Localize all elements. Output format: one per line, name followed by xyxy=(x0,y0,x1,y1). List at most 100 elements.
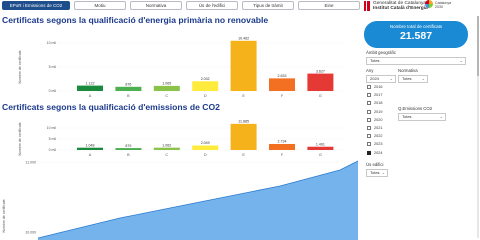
bar-c[interactable] xyxy=(153,85,180,91)
y-tick-label: 0 mil xyxy=(49,148,57,152)
year-label: 2023 xyxy=(374,142,383,147)
emissions-value: Totes xyxy=(402,114,412,119)
bar-e[interactable] xyxy=(230,123,257,150)
year-label: 2018 xyxy=(374,101,383,106)
year-option-2016[interactable]: 2016 xyxy=(367,84,387,92)
bar-c[interactable] xyxy=(153,147,180,150)
y-tick-label: 10 mil xyxy=(47,41,57,45)
normativa-value: Totes xyxy=(402,76,412,81)
y-tick-label: 5 mil xyxy=(49,137,57,141)
bar-data-label: 1.122 xyxy=(86,81,95,85)
emissions-rating-chart: Nombre de certificats 0 mil 5 mil 10 mil 1.0… xyxy=(18,120,344,157)
normativa-dropdown[interactable]: Totes ⌄ xyxy=(398,75,428,83)
x-tick-label: G xyxy=(319,153,322,157)
x-tick-label: F xyxy=(281,153,284,157)
bar-data-label: 1.491 xyxy=(316,142,325,146)
year-label: 2021 xyxy=(374,125,383,130)
x-tick-label: B xyxy=(127,153,130,157)
year-checkbox-list: 2016 2017 2018 2019 2020 2021 2022 2023 2024 xyxy=(367,84,387,158)
year-option-2019[interactable]: 2019 xyxy=(367,109,387,117)
kpi-label: Nombre total de certificats xyxy=(389,24,443,29)
tab-motiu[interactable]: Motiu xyxy=(74,1,126,10)
x-tick-label: E xyxy=(242,94,245,98)
bar-f[interactable] xyxy=(269,78,295,91)
ambit-value: Totes xyxy=(370,58,380,63)
y-axis-title: Nombre de certificats xyxy=(18,50,22,83)
tab-tipus-tramit[interactable]: Tipus de tràmit xyxy=(242,1,294,10)
year-option-2018[interactable]: 2018 xyxy=(367,100,387,108)
area-series[interactable] xyxy=(38,161,358,240)
emissions-dropdown[interactable]: Totes ⌄ xyxy=(398,113,446,121)
chevron-down-icon: ⌄ xyxy=(381,170,385,175)
checkbox-icon[interactable] xyxy=(367,85,371,89)
any-value: 2024 xyxy=(370,76,379,81)
ambit-dropdown[interactable]: Totes ⌄ xyxy=(366,57,466,65)
x-tick-label: A xyxy=(89,153,92,157)
checkbox-icon[interactable] xyxy=(367,134,371,139)
cumulative-area-chart: Nombre de certificats 11.000 10.000 xyxy=(2,160,359,240)
tab-normativa[interactable]: Normativa xyxy=(130,1,182,10)
x-tick-label: D xyxy=(204,153,207,157)
tab-epor-emissions[interactable]: EPoR i Emissions de CO2 xyxy=(2,1,70,10)
bar-data-label: 2.032 xyxy=(201,77,210,81)
chart2-title: Certificats segons la qualificació d'emi… xyxy=(2,102,220,112)
bar-data-label: 1.065 xyxy=(162,82,171,86)
bar-g[interactable] xyxy=(307,73,334,91)
bar-b[interactable] xyxy=(115,86,142,91)
y-tick-label: 0 mil xyxy=(49,89,57,93)
bar-a[interactable] xyxy=(77,147,103,150)
bar-data-label: 10.462 xyxy=(238,36,249,40)
bar-f[interactable] xyxy=(269,143,295,150)
tab-eine[interactable]: Eine xyxy=(298,1,360,10)
energy-rating-chart: Nombre de certificats 0 mil 5 mil 10 mil 1.1… xyxy=(18,36,344,98)
x-tick-label: C xyxy=(165,94,168,98)
year-option-2024[interactable]: 2024 xyxy=(367,150,387,158)
year-option-2021[interactable]: 2021 xyxy=(367,125,387,133)
y-tick-label: 5 mil xyxy=(49,65,57,69)
brand-logos: Generalitat de Catalunya Institut Català… xyxy=(364,0,480,14)
y-axis-title: Nombre de certificats xyxy=(2,199,6,232)
emissions-label: Q.Emissions CO2 xyxy=(398,106,433,111)
year-option-2022[interactable]: 2022 xyxy=(367,133,387,141)
bar-a[interactable] xyxy=(77,85,103,91)
any-dropdown[interactable]: 2024 ⌄ xyxy=(366,75,396,83)
tab-us-edifici[interactable]: Ús de l'edifici xyxy=(186,1,238,10)
bar-d[interactable] xyxy=(192,145,219,150)
kpi-value: 21.587 xyxy=(399,30,433,42)
year-label: 2019 xyxy=(374,109,383,114)
x-tick-label: E xyxy=(242,153,245,157)
checkbox-icon[interactable] xyxy=(367,125,371,130)
catalunya-2030-logo-icon xyxy=(425,0,433,8)
year-label: 2017 xyxy=(374,93,383,98)
brand-line2: Institut Català d'Energia xyxy=(373,6,428,11)
checkbox-icon[interactable] xyxy=(367,101,371,106)
checkbox-icon[interactable] xyxy=(367,142,371,147)
bar-data-label: 3.627 xyxy=(316,69,325,73)
bar-b[interactable] xyxy=(115,148,142,150)
checkbox-icon[interactable] xyxy=(367,150,371,155)
checkbox-icon[interactable] xyxy=(367,117,371,122)
scrollbar-thumb[interactable] xyxy=(477,16,479,76)
bar-d[interactable] xyxy=(192,81,219,91)
logo2-line2: 2030 xyxy=(435,5,443,9)
normativa-label: Normativa xyxy=(398,68,418,73)
year-option-2020[interactable]: 2020 xyxy=(367,117,387,125)
kpi-total-certificates: Nombre total de certificats 21.587 xyxy=(364,21,468,48)
us-dropdown[interactable]: Totes ⌄ xyxy=(366,169,388,177)
year-option-2023[interactable]: 2023 xyxy=(367,141,387,149)
bar-g[interactable] xyxy=(307,146,334,150)
year-label: 2022 xyxy=(374,134,383,139)
checkbox-icon[interactable] xyxy=(367,93,371,98)
y-tick-label: 10.000 xyxy=(25,230,36,234)
x-tick-label: D xyxy=(204,94,207,98)
bar-e[interactable] xyxy=(230,40,257,91)
chevron-down-icon: ⌄ xyxy=(421,76,425,81)
x-tick-label: B xyxy=(127,94,130,98)
x-tick-label: C xyxy=(165,153,168,157)
chevron-down-icon: ⌄ xyxy=(389,76,393,81)
x-tick-label: G xyxy=(319,94,322,98)
year-option-2017[interactable]: 2017 xyxy=(367,92,387,100)
bar-data-label: 2.049 xyxy=(201,141,210,145)
checkbox-icon[interactable] xyxy=(367,109,371,114)
chart1-title: Certificats segons la qualificació d'ene… xyxy=(2,15,269,25)
